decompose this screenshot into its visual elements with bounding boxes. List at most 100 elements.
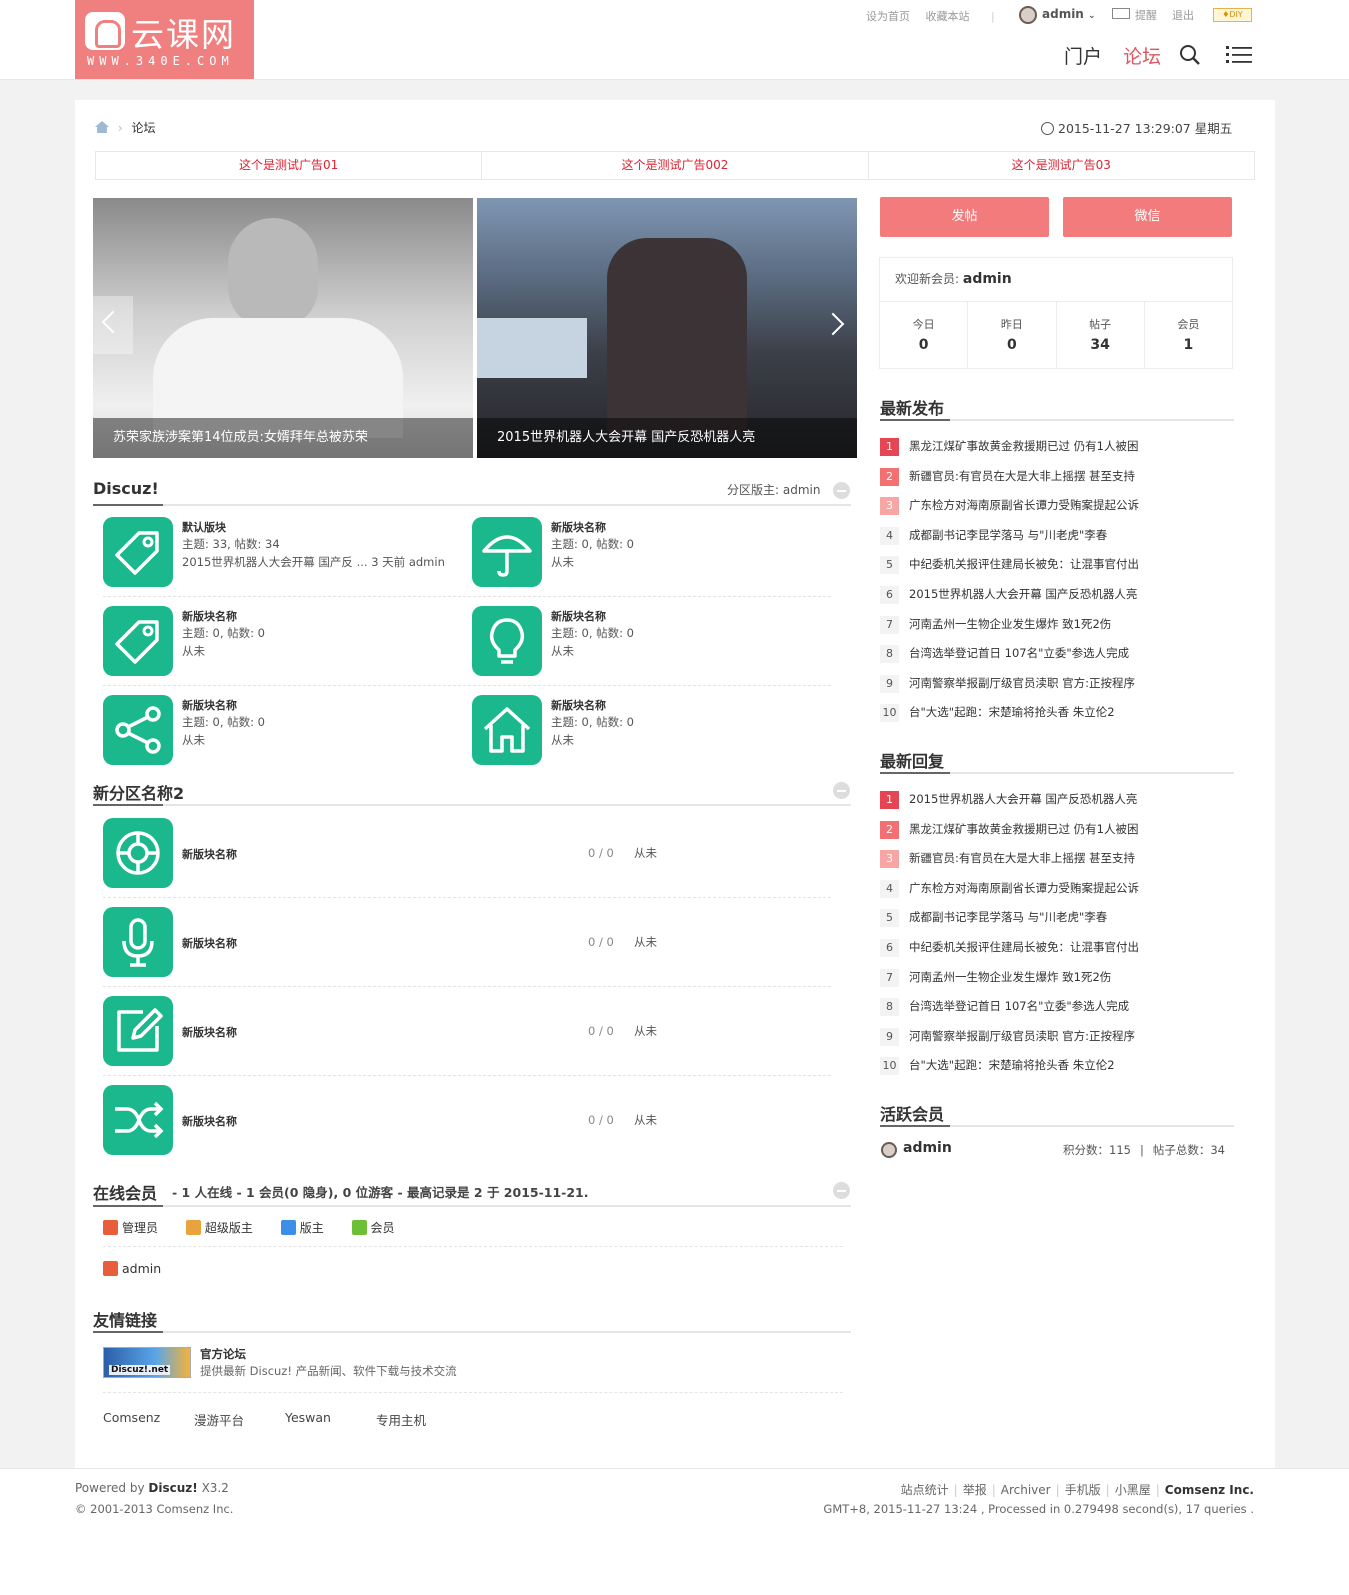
rank-title[interactable]: 台"大选"起跑：宋楚瑜将抢头香 朱立伦2: [909, 705, 1115, 719]
menu-icon[interactable]: [1226, 45, 1252, 65]
rank-title[interactable]: 成都副书记李昆学落马 与"川老虎"李春: [909, 910, 1107, 924]
tag-icon[interactable]: [103, 517, 173, 587]
rank-item[interactable]: 4 广东检方对海南原副省长谭力受贿案提起公诉: [880, 879, 1139, 900]
footer-link[interactable]: 手机版: [1065, 1483, 1101, 1497]
umbrella-icon[interactable]: [472, 517, 542, 587]
slide-next-button[interactable]: [817, 298, 857, 356]
nav-portal[interactable]: 门户: [1064, 46, 1102, 68]
rank-title[interactable]: 台"大选"起跑：宋楚瑜将抢头香 朱立伦2: [909, 1058, 1115, 1072]
ad-link[interactable]: 这个是测试广告01: [96, 152, 483, 179]
text-link[interactable]: 漫游平台: [194, 1410, 285, 1429]
shuffle-icon[interactable]: [103, 1085, 173, 1155]
rank-title[interactable]: 河南警察举报副厅级官员渎职 官方:正按程序: [909, 676, 1135, 690]
forum-name[interactable]: 默认版块: [182, 519, 226, 535]
forum-name[interactable]: 新版块名称: [182, 935, 237, 951]
rank-title[interactable]: 2015世界机器人大会开幕 国产反恐机器人亮: [909, 587, 1137, 601]
user-avatar[interactable]: [1019, 6, 1037, 24]
rank-title[interactable]: 黑龙江煤矿事故黄金救援期已过 仍有1人被困: [909, 822, 1138, 836]
text-link[interactable]: Comsenz: [103, 1410, 194, 1429]
active-user-name[interactable]: admin: [903, 1140, 952, 1156]
slide-image[interactable]: 2015世界机器人大会开幕 国产反恐机器人亮: [477, 198, 857, 458]
edit-icon[interactable]: [103, 996, 173, 1066]
rank-title[interactable]: 台湾选举登记首日 107名"立委"参选人完成: [909, 646, 1129, 660]
forum-name[interactable]: 新版块名称: [551, 608, 606, 624]
rank-title[interactable]: 广东检方对海南原副省长谭力受贿案提起公诉: [909, 881, 1139, 895]
rank-item[interactable]: 3 新疆官员:有官员在大是大非上摇摆 甚至支持: [880, 850, 1135, 870]
search-icon[interactable]: [1179, 44, 1201, 66]
welcome-user[interactable]: admin: [963, 271, 1012, 287]
home-icon[interactable]: [95, 121, 109, 133]
lightbulb-icon[interactable]: [472, 606, 542, 676]
remind-link[interactable]: 提醒: [1135, 7, 1157, 23]
collapse-button[interactable]: [833, 1182, 850, 1199]
home-icon[interactable]: [472, 695, 542, 765]
rank-item[interactable]: 9 河南警察举报副厅级官员渎职 官方:正按程序: [880, 1027, 1135, 1048]
footer-link[interactable]: 小黑屋: [1115, 1483, 1151, 1497]
rank-title[interactable]: 成都副书记李昆学落马 与"川老虎"李春: [909, 528, 1107, 542]
rank-title[interactable]: 2015世界机器人大会开幕 国产反恐机器人亮: [909, 792, 1137, 806]
lifebuoy-icon[interactable]: [103, 818, 173, 888]
online-user-name[interactable]: admin: [122, 1261, 161, 1276]
rank-item[interactable]: 8 台湾选举登记首日 107名"立委"参选人完成: [880, 998, 1129, 1018]
rank-title[interactable]: 中纪委机关报评住建局长被免：让混事官付出: [909, 557, 1139, 571]
forum-name[interactable]: 新版块名称: [182, 697, 237, 713]
brand-link[interactable]: Discuz!: [148, 1481, 197, 1495]
diy-button[interactable]: ♦DIY: [1213, 8, 1252, 22]
text-link[interactable]: 专用主机: [376, 1410, 467, 1429]
bookmark-link[interactable]: 收藏本站: [926, 8, 970, 24]
text-link[interactable]: Yeswan: [285, 1410, 376, 1429]
section-title[interactable]: 新分区名称2: [93, 780, 184, 804]
collapse-button[interactable]: [833, 482, 850, 499]
footer-link[interactable]: 举报: [963, 1483, 987, 1497]
set-home-link[interactable]: 设为首页: [866, 8, 910, 24]
rank-title[interactable]: 河南警察举报副厅级官员渎职 官方:正按程序: [909, 1029, 1135, 1043]
rank-title[interactable]: 台湾选举登记首日 107名"立委"参选人完成: [909, 999, 1129, 1013]
rank-item[interactable]: 1 黑龙江煤矿事故黄金救援期已过 仍有1人被困: [880, 438, 1138, 458]
forum-name[interactable]: 新版块名称: [182, 1024, 237, 1040]
footer-link[interactable]: Archiver: [1001, 1483, 1051, 1497]
rank-item[interactable]: 1 2015世界机器人大会开幕 国产反恐机器人亮: [880, 791, 1137, 811]
slide-prev-button[interactable]: [93, 296, 133, 354]
rank-item[interactable]: 3 广东检方对海南原副省长谭力受贿案提起公诉: [880, 497, 1139, 517]
rank-title[interactable]: 新疆官员:有官员在大是大非上摇摆 甚至支持: [909, 851, 1135, 865]
post-button[interactable]: 发帖: [880, 197, 1049, 237]
forum-name[interactable]: 新版块名称: [182, 1113, 237, 1129]
rank-item[interactable]: 6 2015世界机器人大会开幕 国产反恐机器人亮: [880, 586, 1137, 606]
forum-name[interactable]: 新版块名称: [551, 519, 606, 535]
rank-item[interactable]: 2 新疆官员:有官员在大是大非上摇摆 甚至支持: [880, 467, 1135, 488]
active-user-avatar[interactable]: [881, 1142, 897, 1158]
footer-link[interactable]: 站点统计: [901, 1483, 949, 1497]
discuz-logo[interactable]: Discuz!.net: [103, 1347, 191, 1378]
rank-item[interactable]: 6 中纪委机关报评住建局长被免：让混事官付出: [880, 939, 1139, 959]
rank-item[interactable]: 9 河南警察举报副厅级官员渎职 官方:正按程序: [880, 674, 1135, 695]
tag-icon[interactable]: [103, 606, 173, 676]
wechat-button[interactable]: 微信: [1063, 197, 1232, 237]
online-user[interactable]: admin: [103, 1261, 161, 1276]
rank-item[interactable]: 2 黑龙江煤矿事故黄金救援期已过 仍有1人被困: [880, 820, 1138, 841]
forum-last-post[interactable]: 2015世界机器人大会开幕 国产反 ... 3 天前 admin: [182, 553, 445, 571]
rank-item[interactable]: 7 河南孟州一生物企业发生爆炸 致1死2伤: [880, 968, 1111, 989]
rank-item[interactable]: 5 中纪委机关报评住建局长被免：让混事官付出: [880, 556, 1139, 576]
rank-item[interactable]: 5 成都副书记李昆学落马 与"川老虎"李春: [880, 909, 1107, 929]
forum-name[interactable]: 新版块名称: [182, 608, 237, 624]
collapse-button[interactable]: [833, 782, 850, 799]
online-title[interactable]: 在线会员: [93, 1180, 157, 1204]
site-logo[interactable]: 云课网 WWW.340E.COM: [75, 0, 254, 79]
rank-item[interactable]: 7 河南孟州一生物企业发生爆炸 致1死2伤: [880, 615, 1111, 636]
slide-image[interactable]: 苏荣家族涉案第14位成员:女婿拜年总被苏荣: [93, 198, 473, 458]
rank-title[interactable]: 广东检方对海南原副省长谭力受贿案提起公诉: [909, 498, 1139, 512]
rank-item[interactable]: 4 成都副书记李昆学落马 与"川老虎"李春: [880, 526, 1107, 547]
user-menu[interactable]: admin ⌄: [1042, 7, 1096, 21]
rank-item[interactable]: 10 台"大选"起跑：宋楚瑜将抢头香 朱立伦2: [880, 1057, 1115, 1077]
rank-title[interactable]: 中纪委机关报评住建局长被免：让混事官付出: [909, 940, 1139, 954]
official-forum-link[interactable]: 官方论坛: [200, 1346, 246, 1362]
share-icon[interactable]: [103, 695, 173, 765]
rank-item[interactable]: 8 台湾选举登记首日 107名"立委"参选人完成: [880, 645, 1129, 665]
rank-title[interactable]: 黑龙江煤矿事故黄金救援期已过 仍有1人被困: [909, 439, 1138, 453]
logout-link[interactable]: 退出: [1172, 7, 1194, 23]
rank-title[interactable]: 河南孟州一生物企业发生爆炸 致1死2伤: [909, 970, 1111, 984]
forum-name[interactable]: 新版块名称: [182, 846, 237, 862]
nav-forum[interactable]: 论坛: [1123, 46, 1161, 68]
forum-name[interactable]: 新版块名称: [551, 697, 606, 713]
ad-link[interactable]: 这个是测试广告002: [482, 152, 869, 179]
